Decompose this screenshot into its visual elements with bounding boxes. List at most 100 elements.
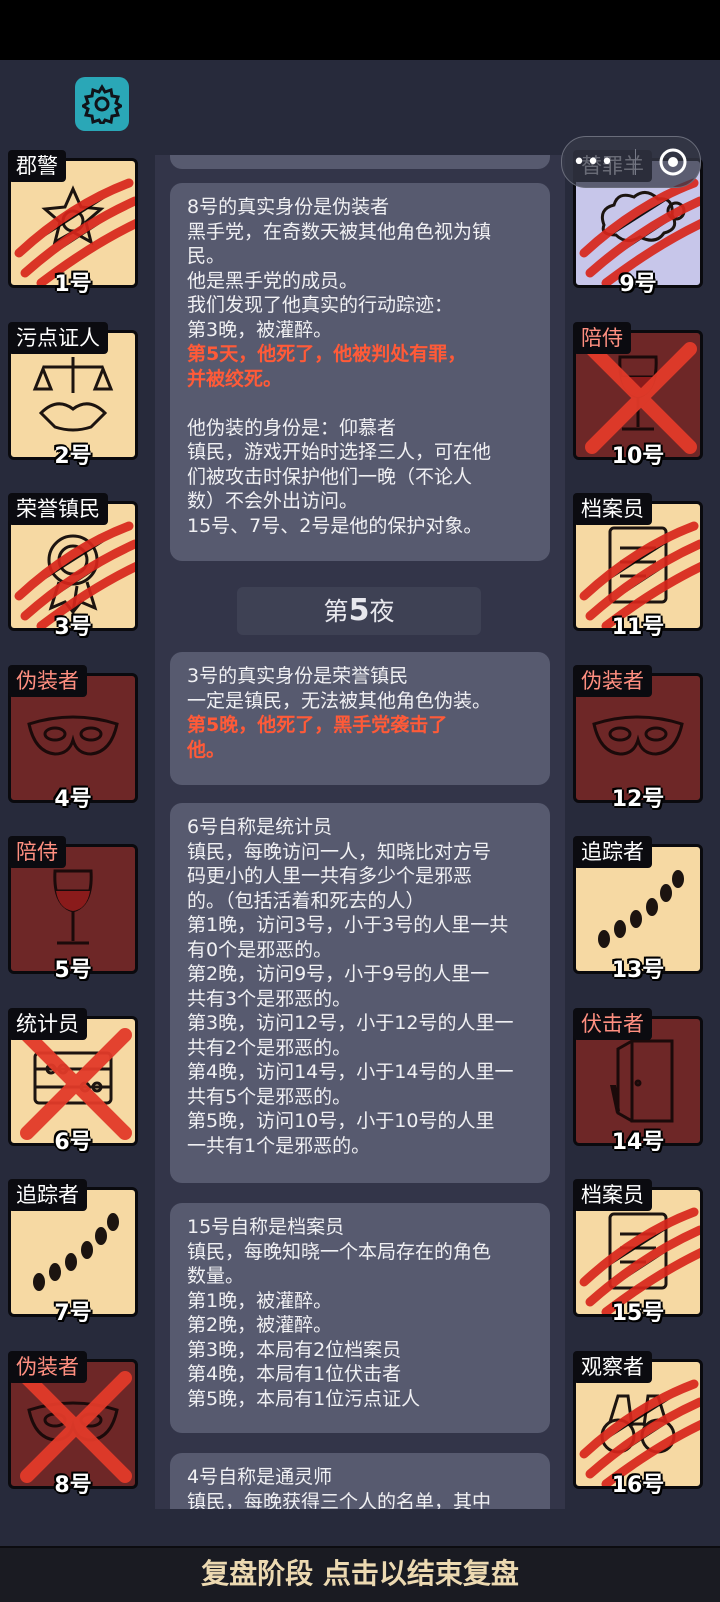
role-label: 郡警 xyxy=(8,150,66,182)
player-card-15[interactable]: 档案员 15号 xyxy=(573,1179,709,1326)
log-line: 数）不会外出访问。 xyxy=(187,490,359,512)
status-bar xyxy=(0,0,720,60)
role-label: 统计员 xyxy=(8,1007,87,1040)
role-label: 追踪者 xyxy=(573,836,652,868)
player-number: 5号 xyxy=(54,958,92,983)
log-entry-player-15: 15号自称是档案员 镇民，每晚知晓一个本局存在的角色 数量。 第1晚，被灌醉。 … xyxy=(170,1203,550,1433)
log-line: 镇民，每晚获得三个人的名单，其中 xyxy=(187,1490,492,1510)
settings-button[interactable] xyxy=(75,77,129,131)
death-line: 第5天，他死了，他被判处有罪， xyxy=(187,343,467,365)
player-card-14[interactable]: 伏击者 14号 xyxy=(573,1007,709,1155)
night-prefix: 第 xyxy=(323,597,349,626)
log-line: 第4晚，本局有1位伏击者 xyxy=(187,1363,402,1385)
player-number: 7号 xyxy=(54,1301,92,1326)
night-number: 5 xyxy=(348,593,370,628)
player-number: 14号 xyxy=(611,1129,665,1155)
log-line: 一定是镇民，无法被其他角色伪装。 xyxy=(187,689,492,712)
log-line: 一共有1个是邪恶的。 xyxy=(187,1134,371,1157)
log-entry-player-8: 8号的真实身份是伪装者 黑手党，在奇数天被其他角色视为镇 民。 他是黑手党的成员… xyxy=(170,183,550,561)
log-line: 他伪装的身份是：仰慕者 xyxy=(187,416,397,439)
log-line: 第3晚，本局有2位档案员 xyxy=(187,1338,402,1361)
role-label: 伪装者 xyxy=(8,1350,87,1383)
role-label: 伪装者 xyxy=(8,664,87,697)
player-card-3[interactable]: 荣誉镇民 3号 xyxy=(8,493,144,640)
death-line: 第5晚，他死了，黑手党袭击了 xyxy=(187,714,448,736)
player-number: 8号 xyxy=(54,1472,92,1498)
player-number: 2号 xyxy=(54,443,92,469)
player-number: 10号 xyxy=(611,443,665,469)
role-label: 污点证人 xyxy=(8,321,108,354)
player-number: 6号 xyxy=(54,1129,92,1155)
log-line: 数量。 xyxy=(187,1265,245,1287)
role-label: 陪侍 xyxy=(8,836,66,868)
log-entry-player-3: 3号的真实身份是荣誉镇民 一定是镇民，无法被其他角色伪装。 第5晚，他死了，黑手… xyxy=(170,652,550,785)
log-line: 共有3个是邪恶的。 xyxy=(187,987,352,1010)
end-review-button[interactable]: 复盘阶段 点击以结束复盘 xyxy=(0,1546,720,1602)
log-entry-player-6: 6号自称是统计员 镇民，每晚访问一人，知晓比对方号 码更小的人里一共有多少个是邪… xyxy=(170,803,550,1183)
role-label: 追踪者 xyxy=(8,1179,87,1211)
player-number: 16号 xyxy=(611,1472,665,1498)
player-card-8[interactable]: 伪装者 8号 xyxy=(8,1350,144,1498)
log-line: 第1晚，被灌醉。 xyxy=(187,1289,333,1312)
more-icon[interactable]: ••• xyxy=(573,150,615,175)
log-line: 有0个是邪恶的。 xyxy=(187,938,333,961)
log-entry-partial-top xyxy=(170,155,550,169)
log-line: 镇民，每晚知晓一个本局存在的角色 xyxy=(187,1240,492,1263)
role-label: 档案员 xyxy=(573,493,652,525)
player-number: 15号 xyxy=(611,1301,665,1326)
log-line: 的。（包括活着和死去的人） xyxy=(187,889,425,912)
player-card-13[interactable]: 追踪者 13号 xyxy=(573,836,709,983)
player-card-7[interactable]: 追踪者 7号 xyxy=(8,1179,144,1326)
role-label: 伏击者 xyxy=(573,1007,652,1040)
player-card-12[interactable]: 伪装者 12号 xyxy=(573,664,709,812)
log-line: 第3晚，被灌醉。 xyxy=(187,318,333,341)
role-label: 档案员 xyxy=(573,1179,652,1211)
death-line: 并被绞死。 xyxy=(187,367,283,390)
death-line: 他。 xyxy=(187,738,226,761)
player-card-5[interactable]: 陪侍 5号 xyxy=(8,836,144,983)
log-line: 镇民，游戏开始时选择三人，可在他 xyxy=(187,441,492,463)
review-log[interactable]: 8号的真实身份是伪装者 黑手党，在奇数天被其他角色视为镇 民。 他是黑手党的成员… xyxy=(155,155,565,1509)
log-line: 15号自称是档案员 xyxy=(187,1216,345,1238)
night-suffix: 夜 xyxy=(369,597,395,626)
player-card-11[interactable]: 档案员 11号 xyxy=(573,493,709,640)
player-card-1[interactable]: 郡警 1号 xyxy=(8,150,144,297)
log-line: 他是黑手党的成员。 xyxy=(187,269,359,292)
log-line: 共有2个是邪恶的。 xyxy=(187,1036,352,1059)
log-line: 镇民，每晚访问一人，知晓比对方号 xyxy=(187,840,492,863)
close-target-icon[interactable] xyxy=(657,146,689,178)
player-card-4[interactable]: 伪装者 4号 xyxy=(8,664,144,812)
role-label: 荣誉镇民 xyxy=(8,493,108,525)
log-line: 第5晚，本局有1位污点证人 xyxy=(187,1387,421,1410)
player-card-10[interactable]: 陪侍 10号 xyxy=(573,321,709,469)
log-line: 8号的真实身份是伪装者 xyxy=(187,196,390,218)
log-line: 第5晚，访问10号，小于10号的人里 xyxy=(187,1110,495,1132)
log-line: 3号的真实身份是荣誉镇民 xyxy=(187,665,409,687)
log-line: 6号自称是统计员 xyxy=(187,816,333,838)
player-number: 9号 xyxy=(619,272,657,297)
log-line: 民。 xyxy=(187,245,226,267)
player-card-16[interactable]: 观察者 16号 xyxy=(573,1350,709,1498)
log-line: 第2晚，被灌醉。 xyxy=(187,1314,333,1336)
log-line: 们被攻击时保护他们一晚（不论人 xyxy=(187,465,473,488)
player-number: 13号 xyxy=(611,958,665,983)
player-number: 3号 xyxy=(54,615,92,640)
log-entry-player-4: 4号自称是通灵师 镇民，每晚获得三个人的名单，其中 xyxy=(170,1453,550,1509)
player-card-2[interactable]: 污点证人 2号 xyxy=(8,321,144,469)
role-label: 陪侍 xyxy=(573,321,631,354)
gear-icon xyxy=(82,84,122,124)
log-line: 4号自称是通灵师 xyxy=(187,1466,333,1488)
player-number: 4号 xyxy=(54,786,92,812)
log-line: 共有5个是邪恶的。 xyxy=(187,1085,352,1108)
player-card-6[interactable]: 统计员 6号 xyxy=(8,1007,144,1155)
log-line: 第2晚，访问9号，小于9号的人里一 xyxy=(187,963,490,985)
log-line: 黑手党，在奇数天被其他角色视为镇 xyxy=(187,220,492,243)
log-line: 第1晚，访问3号，小于3号的人里一共 xyxy=(187,914,509,936)
night-divider: 第5夜 xyxy=(237,587,481,635)
log-line: 码更小的人里一共有多少个是邪恶 xyxy=(187,865,473,887)
role-label: 观察者 xyxy=(573,1350,652,1383)
log-line: 第4晚，访问14号，小于14号的人里一 xyxy=(187,1061,514,1083)
player-number: 11号 xyxy=(611,615,665,640)
log-line: 15号、7号、2号是他的保护对象。 xyxy=(187,514,483,537)
player-number: 1号 xyxy=(54,272,92,297)
